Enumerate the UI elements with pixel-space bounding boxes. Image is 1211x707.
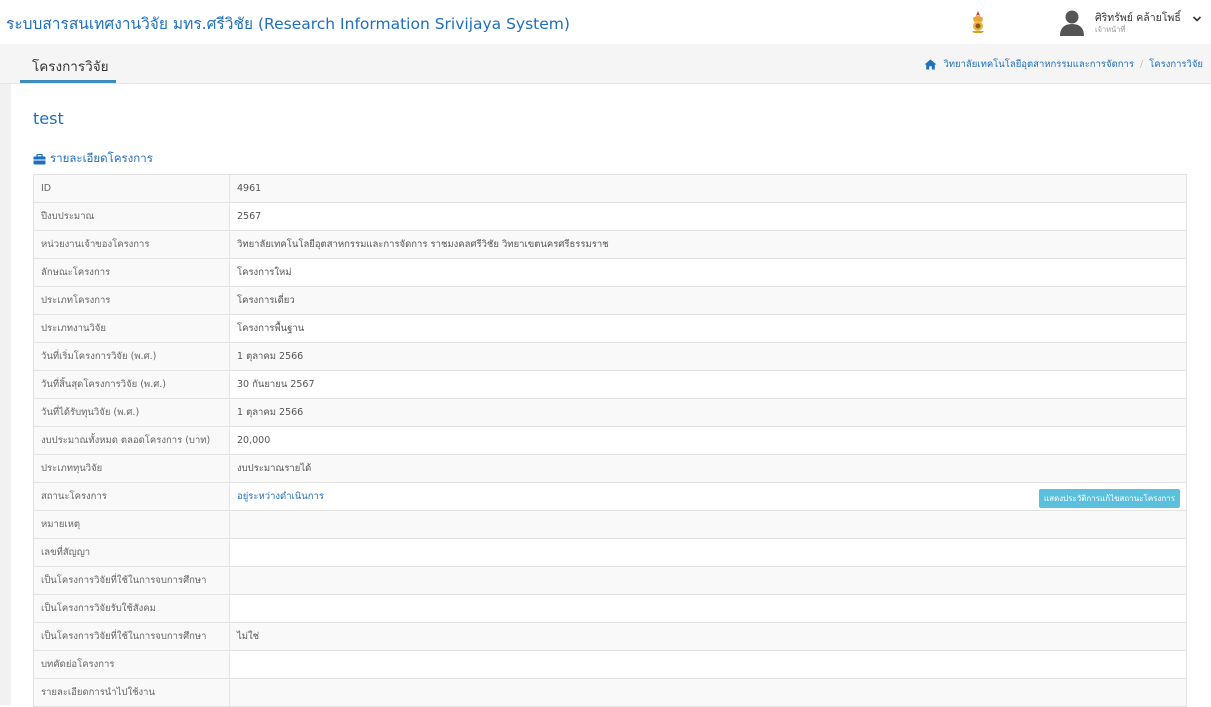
- row-value: [229, 650, 1187, 679]
- project-title: test: [33, 109, 64, 128]
- row-label: ID: [33, 174, 230, 203]
- table-row: เลขที่สัญญา: [33, 538, 1187, 567]
- project-details-table: ID 4961 ปีงบประมาณ 2567 หน่วยงานเจ้าของโคร…: [33, 174, 1187, 707]
- table-row: ปีงบประมาณ 2567: [33, 202, 1187, 231]
- breadcrumb-item-research-project[interactable]: โครงการวิจัย: [1149, 57, 1203, 72]
- row-label: เป็นโครงการวิจัยที่ใช้ในการจบการศึกษา: [33, 566, 230, 595]
- table-row: เป็นโครงการวิจัยที่ใช้ในการจบการศึกษา ไม่…: [33, 622, 1187, 651]
- row-label: วันที่ได้รับทุนวิจัย (พ.ศ.): [33, 398, 230, 427]
- row-value: วิทยาลัยเทคโนโลยีอุตสาหกรรมและการจัดการ …: [229, 230, 1187, 259]
- row-label: เป็นโครงการวิจัยรับใช้สังคม: [33, 594, 230, 623]
- breadcrumb-item-college[interactable]: วิทยาลัยเทคโนโลยีอุตสาหกรรมและการจัดการ: [943, 57, 1134, 72]
- row-label: งบประมาณทั้งหมด ตลอดโครงการ (บาท): [33, 426, 230, 455]
- row-value: [229, 510, 1187, 539]
- row-label: เลขที่สัญญา: [33, 538, 230, 567]
- breadcrumb: วิทยาลัยเทคโนโลยีอุตสาหกรรมและการจัดการ …: [924, 57, 1203, 72]
- row-value: งบประมาณรายได้: [229, 454, 1187, 483]
- breadcrumb-separator: /: [1139, 59, 1144, 70]
- user-icon[interactable]: [1059, 9, 1085, 36]
- row-label: ลักษณะโครงการ: [33, 258, 230, 287]
- table-row: งบประมาณทั้งหมด ตลอดโครงการ (บาท) 20,000: [33, 426, 1187, 455]
- table-row: เป็นโครงการวิจัยที่ใช้ในการจบการศึกษา: [33, 566, 1187, 595]
- section-title-label: รายละเอียดโครงการ: [50, 151, 153, 165]
- table-row: บทคัดย่อโครงการ: [33, 650, 1187, 679]
- row-value: โครงการใหม่: [229, 258, 1187, 287]
- status-history-button[interactable]: แสดงประวัติการแก้ไขสถานะโครงการ: [1038, 489, 1180, 508]
- section-title: รายละเอียดโครงการ: [33, 150, 153, 168]
- university-logo-icon: [972, 11, 984, 33]
- table-row: เป็นโครงการวิจัยรับใช้สังคม: [33, 594, 1187, 623]
- main-content: test รายละเอียดโครงการ ID 4961 ปีงบประมาณ…: [11, 84, 1211, 707]
- row-value: 1 ตุลาคม 2566: [229, 398, 1187, 427]
- row-label: ประเภททุนวิจัย: [33, 454, 230, 483]
- table-row: ID 4961: [33, 174, 1187, 203]
- row-value-status: อยู่ระหว่างดำเนินการ แสดงประวัติการแก้ไข…: [229, 482, 1187, 511]
- table-row: รายละเอียดการนำไปใช้งาน: [33, 678, 1187, 707]
- row-value: [229, 538, 1187, 567]
- row-value: [229, 594, 1187, 623]
- row-value: 1 ตุลาคม 2566: [229, 342, 1187, 371]
- page-title: โครงการวิจัย: [32, 59, 109, 75]
- row-value: โครงการพื้นฐาน: [229, 314, 1187, 343]
- row-label: ประเภทโครงการ: [33, 286, 230, 315]
- row-value: 20,000: [229, 426, 1187, 455]
- page-header: โครงการวิจัย วิทยาลัยเทคโนโลยีอุตสาหกรรม…: [0, 44, 1211, 84]
- row-value: 2567: [229, 202, 1187, 231]
- row-label: วันที่สิ้นสุดโครงการวิจัย (พ.ศ.): [33, 370, 230, 399]
- row-value: [229, 566, 1187, 595]
- row-value: 30 กันยายน 2567: [229, 370, 1187, 399]
- row-value: ไม่ใช่: [229, 622, 1187, 651]
- table-row-status: สถานะโครงการ อยู่ระหว่างดำเนินการ แสดงปร…: [33, 482, 1187, 511]
- row-label: หน่วยงานเจ้าของโครงการ: [33, 230, 230, 259]
- row-label: บทคัดย่อโครงการ: [33, 650, 230, 679]
- row-value: [229, 678, 1187, 707]
- row-label: ปีงบประมาณ: [33, 202, 230, 231]
- row-label: รายละเอียดการนำไปใช้งาน: [33, 678, 230, 707]
- row-value: โครงการเดี่ยว: [229, 286, 1187, 315]
- table-row: ประเภททุนวิจัย งบประมาณรายได้: [33, 454, 1187, 483]
- project-status-link[interactable]: อยู่ระหว่างดำเนินการ: [237, 491, 324, 502]
- left-rail: [0, 84, 11, 705]
- table-row: ลักษณะโครงการ โครงการใหม่: [33, 258, 1187, 287]
- app-title[interactable]: ระบบสารสนเทศงานวิจัย มทร.ศรีวิชัย (Resea…: [6, 11, 570, 36]
- chevron-down-icon[interactable]: [1192, 14, 1202, 24]
- row-label: ประเภทงานวิจัย: [33, 314, 230, 343]
- briefcase-icon: [33, 153, 46, 164]
- home-icon: [924, 59, 937, 70]
- table-row: หมายเหตุ: [33, 510, 1187, 539]
- row-label: เป็นโครงการวิจัยที่ใช้ในการจบการศึกษา: [33, 622, 230, 651]
- user-role: เจ้าหน้าที่: [1095, 25, 1126, 34]
- table-row: ประเภทโครงการ โครงการเดี่ยว: [33, 286, 1187, 315]
- table-row: วันที่สิ้นสุดโครงการวิจัย (พ.ศ.) 30 กันยา…: [33, 370, 1187, 399]
- row-value: 4961: [229, 174, 1187, 203]
- table-row: ประเภทงานวิจัย โครงการพื้นฐาน: [33, 314, 1187, 343]
- page-title-tab: โครงการวิจัย: [20, 44, 116, 83]
- table-row: วันที่เริ่มโครงการวิจัย (พ.ศ.) 1 ตุลาคม 2…: [33, 342, 1187, 371]
- top-bar: ระบบสารสนเทศงานวิจัย มทร.ศรีวิชัย (Resea…: [0, 0, 1211, 44]
- table-row: วันที่ได้รับทุนวิจัย (พ.ศ.) 1 ตุลาคม 2566: [33, 398, 1187, 427]
- row-label: สถานะโครงการ: [33, 482, 230, 511]
- table-row: หน่วยงานเจ้าของโครงการ วิทยาลัยเทคโนโลยีอ…: [33, 230, 1187, 259]
- row-label: หมายเหตุ: [33, 510, 230, 539]
- row-label: วันที่เริ่มโครงการวิจัย (พ.ศ.): [33, 342, 230, 371]
